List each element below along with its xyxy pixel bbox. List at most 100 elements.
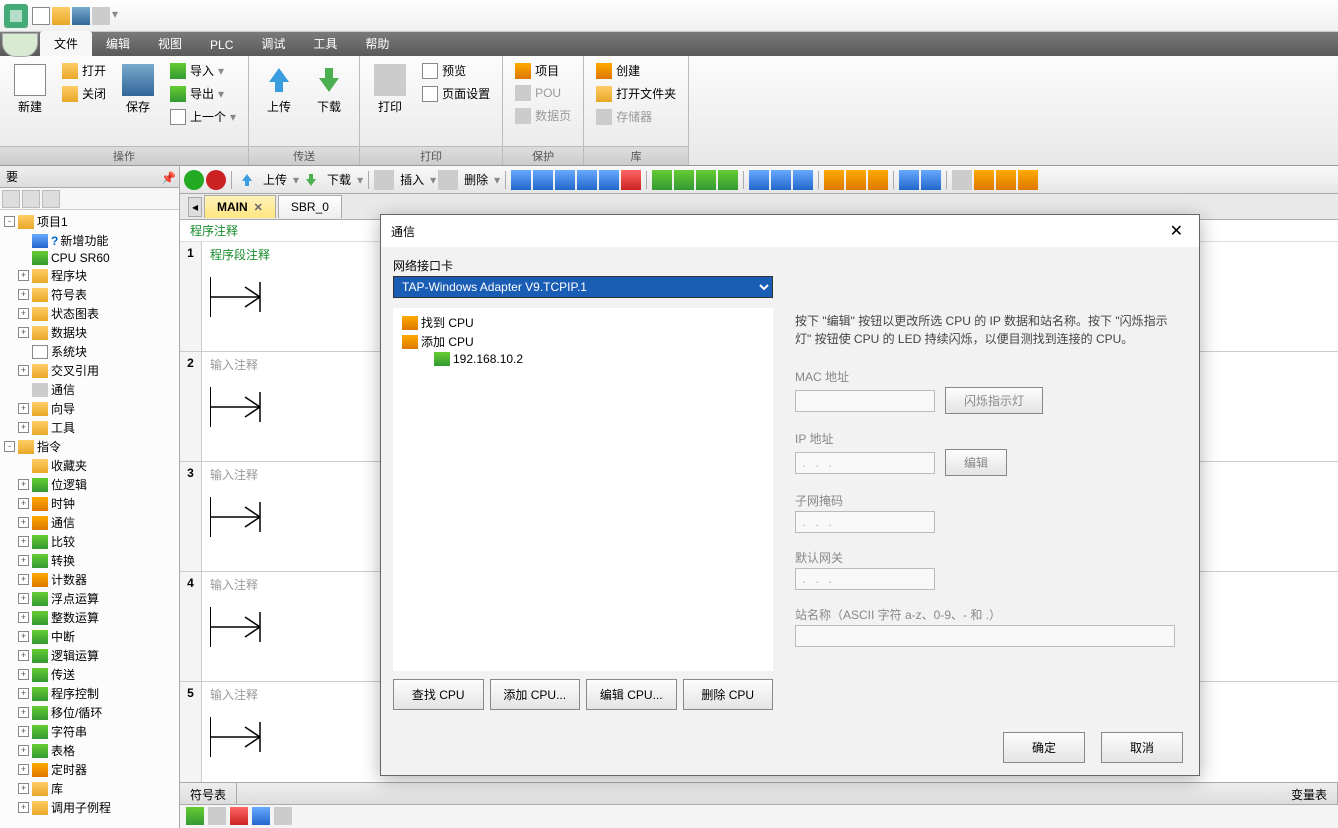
download-icon[interactable] [301,170,321,190]
tree-item[interactable]: +时钟 [0,494,179,513]
expand-icon[interactable]: + [18,726,29,737]
tool-icon[interactable] [274,807,292,825]
tool-icon[interactable] [186,807,204,825]
tree-item[interactable]: +数据块 [0,323,179,342]
tool-icon[interactable] [749,170,769,190]
tool-icon[interactable] [868,170,888,190]
expand-icon[interactable]: - [4,216,15,227]
pin-icon[interactable]: 📌 [161,171,173,183]
tool-icon[interactable] [696,170,716,190]
delete-icon[interactable] [438,170,458,190]
tree-root[interactable]: -指令 [0,437,179,456]
expand-icon[interactable]: - [4,441,15,452]
download-button[interactable]: 下载 [307,60,351,119]
close-button[interactable]: 关闭 [58,83,110,104]
expand-icon[interactable]: + [18,764,29,775]
tree-item[interactable]: 收藏夹 [0,456,179,475]
cpu-tree-ip[interactable]: 192.168.10.2 [398,351,768,367]
pou-button[interactable]: POU [511,83,575,103]
edit-ip-button[interactable]: 编辑 [945,449,1007,476]
delete-button[interactable]: 删除 [460,171,492,188]
expand-icon[interactable]: + [18,365,29,376]
upload-button[interactable]: 上传 [259,171,291,188]
tree-item[interactable]: 通信 [0,380,179,399]
datapage-button[interactable]: 数据页 [511,105,575,126]
tool-icon[interactable] [899,170,919,190]
tree-item[interactable]: 系统块 [0,342,179,361]
expand-icon[interactable]: + [18,745,29,756]
blink-button[interactable]: 闪烁指示灯 [945,387,1043,414]
expand-icon[interactable]: + [18,574,29,585]
expand-icon[interactable]: + [18,289,29,300]
run-icon[interactable] [184,170,204,190]
tool-icon[interactable] [533,170,553,190]
ribbon-tab-plc[interactable]: PLC [196,34,247,56]
tab-nav-left[interactable]: ◂ [188,197,202,217]
project-tree[interactable]: -项目1?新增功能CPU SR60+程序块+符号表+状态图表+数据块系统块+交叉… [0,210,179,828]
expand-icon[interactable]: + [18,631,29,642]
nic-select[interactable]: TAP-Windows Adapter V9.TCPIP.1 [393,276,773,298]
lib-create-button[interactable]: 创建 [592,60,680,81]
expand-icon[interactable]: + [18,270,29,281]
cpu-tree[interactable]: 找到 CPU 添加 CPU 192.168.10.2 [393,308,773,671]
tree-item[interactable]: +定时器 [0,760,179,779]
tool-icon[interactable] [22,190,40,208]
expand-icon[interactable]: + [18,593,29,604]
add-cpu-button[interactable]: 添加 CPU... [490,679,581,710]
tool-icon[interactable] [952,170,972,190]
find-cpu-button[interactable]: 查找 CPU [393,679,484,710]
ip-input[interactable] [795,452,935,474]
bottom-tab-vars[interactable]: 变量表 [1281,783,1338,804]
tool-icon[interactable] [511,170,531,190]
tree-item[interactable]: +浮点运算 [0,589,179,608]
tool-icon[interactable] [793,170,813,190]
expand-icon[interactable]: + [18,403,29,414]
tree-item[interactable]: +表格 [0,741,179,760]
tree-item[interactable]: +工具 [0,418,179,437]
delete-cpu-button[interactable]: 删除 CPU [683,679,774,710]
close-icon[interactable]: ✕ [254,201,263,214]
tree-item[interactable]: +传送 [0,665,179,684]
ribbon-tab-edit[interactable]: 编辑 [92,31,144,56]
ribbon-tab-view[interactable]: 视图 [144,31,196,56]
tool-icon[interactable] [252,807,270,825]
tree-item[interactable]: +整数运算 [0,608,179,627]
gateway-input[interactable] [795,568,935,590]
tree-item[interactable]: ?新增功能 [0,231,179,250]
expand-icon[interactable]: + [18,498,29,509]
expand-icon[interactable]: + [18,517,29,528]
tree-item[interactable]: +符号表 [0,285,179,304]
expand-icon[interactable]: + [18,783,29,794]
ribbon-tab-debug[interactable]: 调试 [247,31,299,56]
insert-button[interactable]: 插入 [396,171,428,188]
tool-icon[interactable] [621,170,641,190]
expand-icon[interactable]: + [18,308,29,319]
tool-icon[interactable] [577,170,597,190]
download-button[interactable]: 下载 [323,171,355,188]
bottom-tab-symbols[interactable]: 符号表 [180,783,237,804]
upload-icon[interactable] [237,170,257,190]
tree-item[interactable]: +通信 [0,513,179,532]
open-icon[interactable] [52,7,70,25]
project-button[interactable]: 项目 [511,60,575,81]
tree-item[interactable]: +转换 [0,551,179,570]
tree-item[interactable]: +调用子例程 [0,798,179,817]
upload-button[interactable]: 上传 [257,60,301,119]
tree-item[interactable]: +位逻辑 [0,475,179,494]
tree-item[interactable]: +逻辑运算 [0,646,179,665]
expand-icon[interactable]: + [18,802,29,813]
ok-button[interactable]: 确定 [1003,732,1085,763]
tool-icon[interactable] [846,170,866,190]
insert-icon[interactable] [374,170,394,190]
tree-item[interactable]: +向导 [0,399,179,418]
tree-item[interactable]: +程序控制 [0,684,179,703]
tree-item[interactable]: +比较 [0,532,179,551]
tree-item[interactable]: +中断 [0,627,179,646]
expand-icon[interactable]: + [18,707,29,718]
tool-icon[interactable] [230,807,248,825]
tool-icon[interactable] [771,170,791,190]
cpu-tree-add[interactable]: 添加 CPU [398,332,768,351]
tool-icon[interactable] [996,170,1016,190]
cancel-button[interactable]: 取消 [1101,732,1183,763]
tab-sbr0[interactable]: SBR_0 [278,195,342,218]
